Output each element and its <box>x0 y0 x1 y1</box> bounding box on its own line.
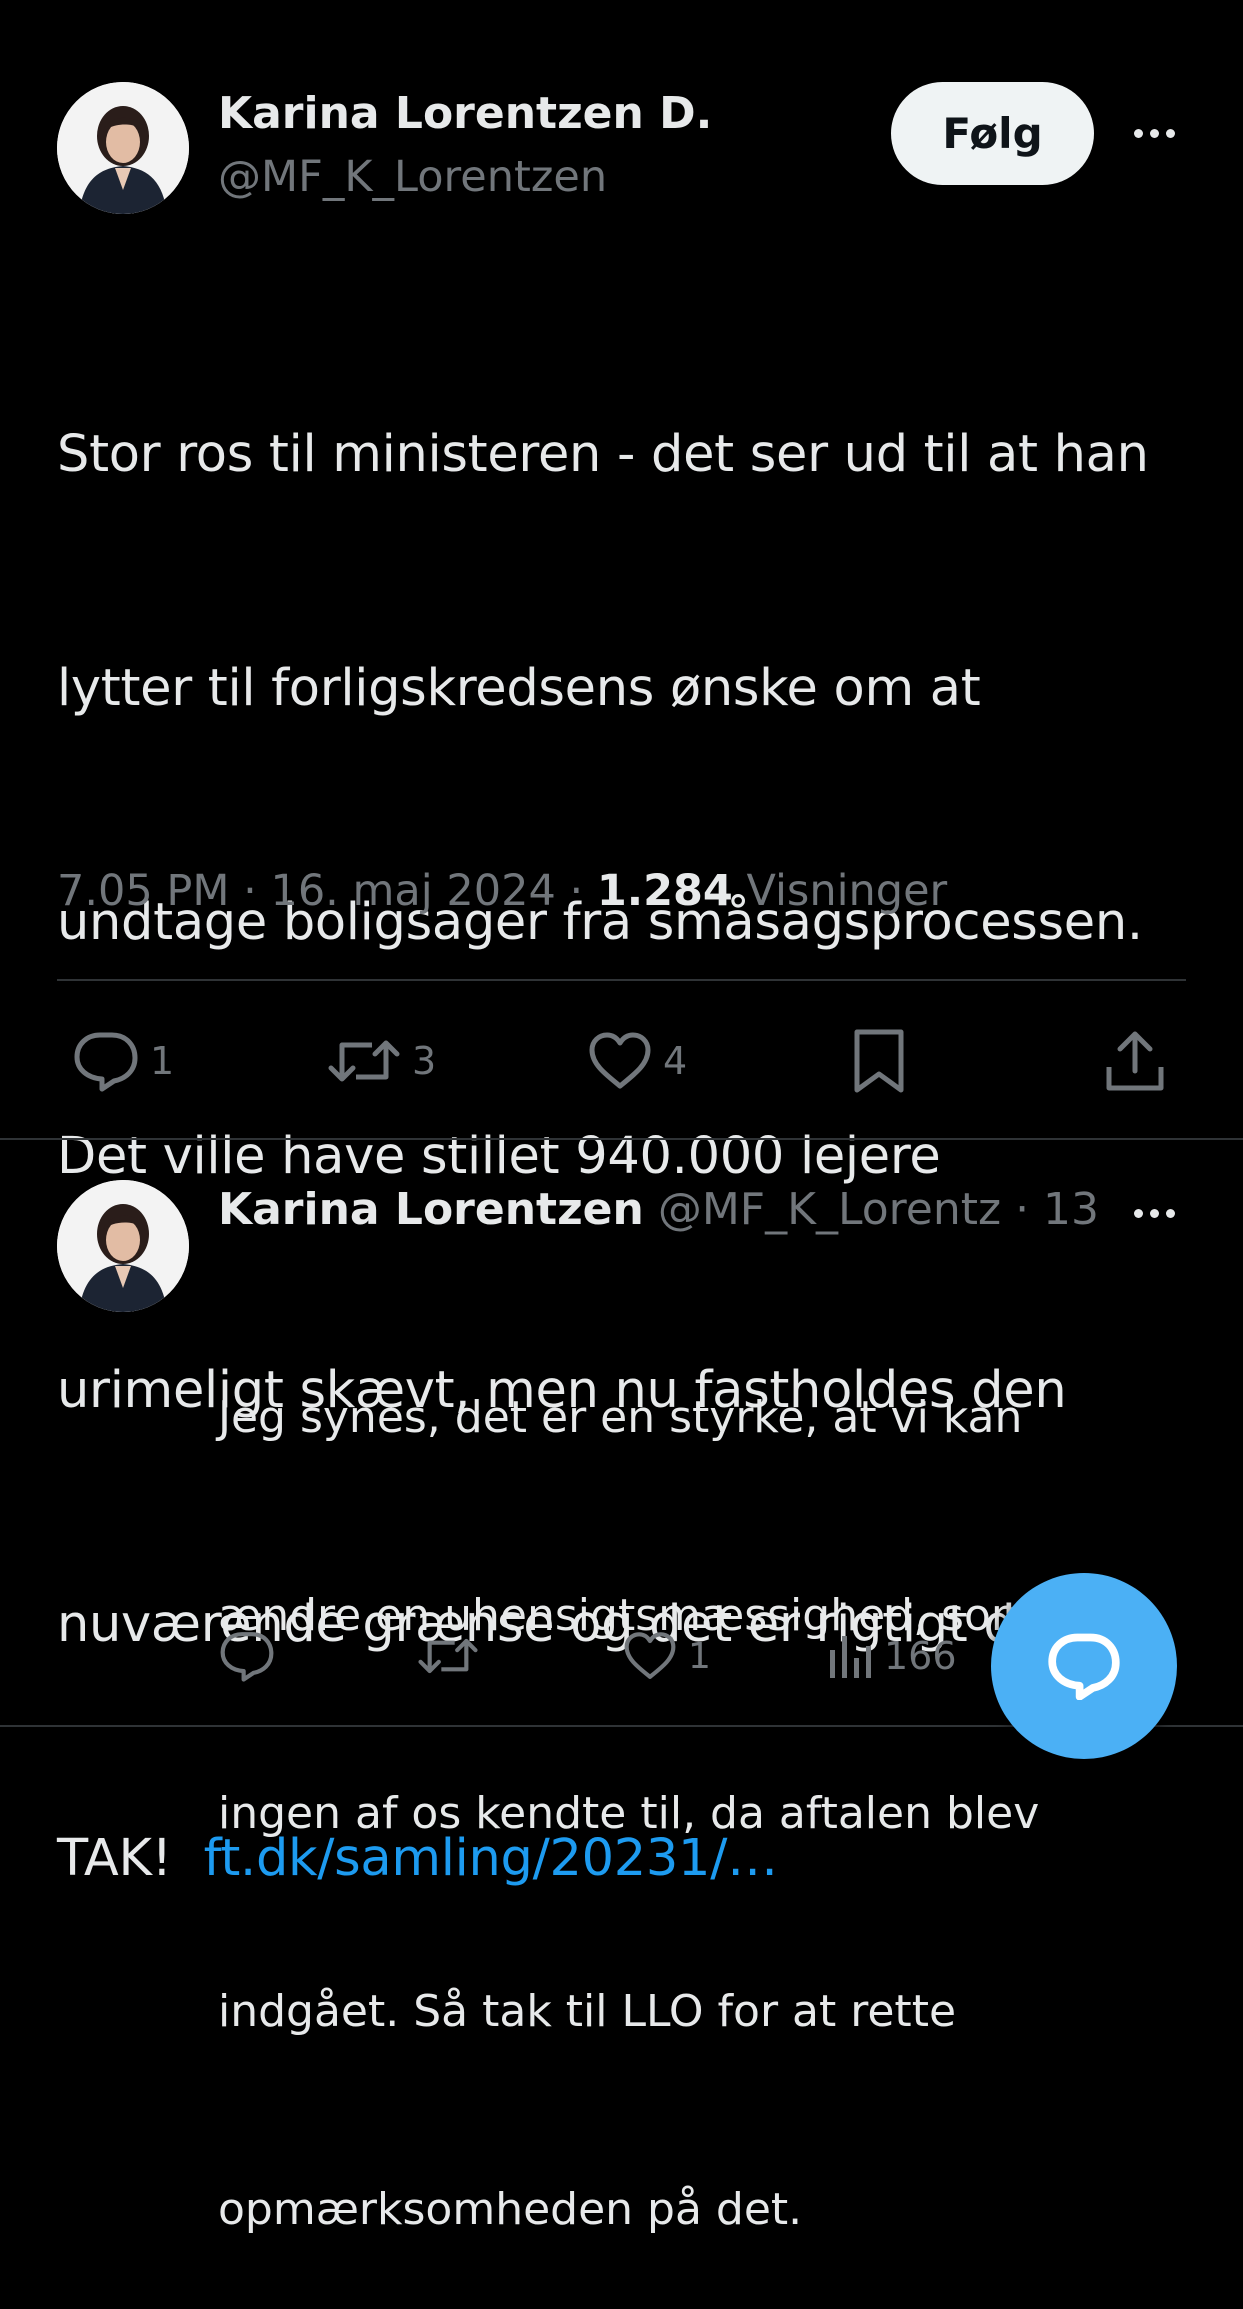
reply-icon <box>220 1632 274 1682</box>
reply-views-count: 166 <box>884 1634 957 1678</box>
reply-reply-button[interactable] <box>218 1628 286 1684</box>
reply-header: Karina Lorentzen @MF_K_Lorentz · 13 t <box>218 1184 1098 1235</box>
reply-text-line: indgået. Så tak til LLO for at rette <box>218 1986 957 2037</box>
reply-text: Jeg synes, det er en styrke, at vi kan æ… <box>218 1253 1208 2309</box>
meta-separator: · <box>243 866 271 916</box>
tweet-meta: 7.05 PM · 16. maj 2024 · 1.284 Visninger <box>57 866 947 916</box>
bookmark-button[interactable] <box>852 1026 906 1096</box>
reply-avatar[interactable] <box>57 1180 189 1312</box>
reply-author-handle[interactable]: @MF_K_Lorentz <box>658 1184 1001 1235</box>
tweet-time[interactable]: 7.05 PM <box>57 866 229 916</box>
author-handle[interactable]: @MF_K_Lorentzen <box>218 152 607 202</box>
views-count: 1.284 <box>596 866 733 916</box>
chat-bubble-icon <box>1048 1633 1120 1700</box>
tweet-text-line: Stor ros til ministeren - det ser ud til… <box>57 425 1149 484</box>
heart-icon <box>589 1032 651 1089</box>
follow-button[interactable]: Følg <box>891 82 1094 185</box>
reply-button[interactable]: 1 <box>72 1028 174 1094</box>
reply-views-button[interactable]: 166 <box>826 1628 957 1684</box>
tweet-text-line: lytter til forligskredsens ønske om at <box>57 659 981 718</box>
meta-separator: · <box>569 866 597 916</box>
divider <box>57 979 1186 981</box>
reply-icon <box>74 1032 138 1092</box>
share-button[interactable] <box>1104 1026 1166 1096</box>
reply-like-count: 1 <box>688 1635 711 1677</box>
tweet-date[interactable]: 16. maj 2024 <box>270 866 555 916</box>
reply-text-line: opmærksomheden på det. <box>218 2184 803 2235</box>
repost-button[interactable]: 3 <box>326 1028 436 1094</box>
divider <box>0 1138 1243 1140</box>
reply-repost-button[interactable] <box>416 1628 490 1684</box>
repost-icon <box>328 1040 400 1082</box>
avatar-photo <box>57 82 189 214</box>
like-count: 4 <box>663 1039 688 1083</box>
reply-like-button[interactable]: 1 <box>622 1628 711 1684</box>
like-button[interactable]: 4 <box>587 1028 687 1094</box>
bookmark-icon <box>854 1029 904 1093</box>
reply-time[interactable]: · 13 t <box>1015 1184 1098 1235</box>
tweet-text-prefix: TAK! <box>57 1829 204 1888</box>
reply-text-line: ingen af os kendte til, da aftalen blev <box>218 1788 1040 1839</box>
views-label: Visninger <box>746 866 948 916</box>
repost-icon <box>418 1638 478 1674</box>
reply-text-line: Jeg synes, det er en styrke, at vi kan <box>218 1392 1023 1443</box>
share-icon <box>1106 1031 1164 1091</box>
compose-fab-button[interactable] <box>991 1573 1177 1759</box>
author-name[interactable]: Karina Lorentzen D. <box>218 88 712 139</box>
analytics-icon <box>830 1636 871 1678</box>
reply-author-name[interactable]: Karina Lorentzen <box>218 1184 644 1235</box>
author-avatar[interactable] <box>57 82 189 214</box>
reply-count: 1 <box>150 1039 175 1083</box>
avatar-photo <box>57 1180 189 1312</box>
repost-count: 3 <box>412 1039 437 1083</box>
heart-icon <box>624 1632 676 1679</box>
more-options-icon[interactable] <box>1124 118 1184 148</box>
reply-more-options-icon[interactable] <box>1124 1198 1184 1228</box>
